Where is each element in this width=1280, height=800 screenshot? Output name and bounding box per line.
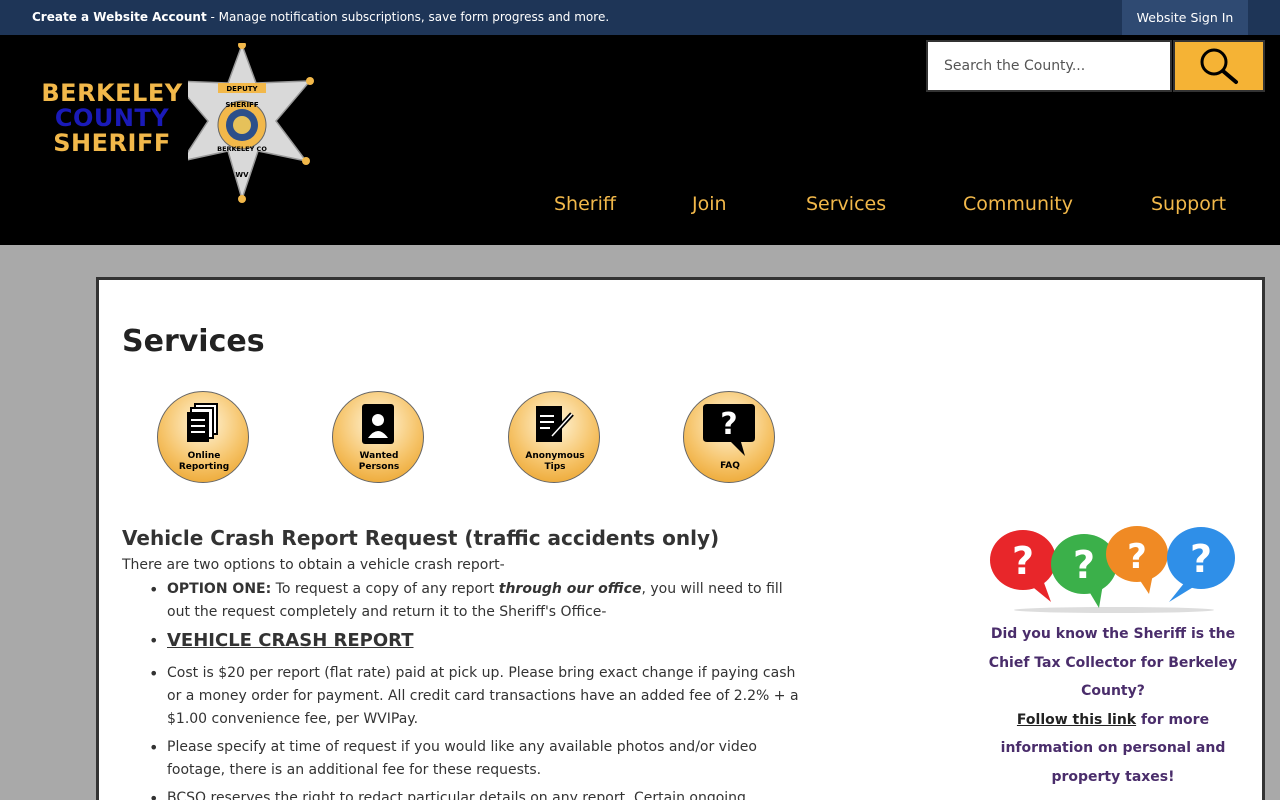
intro-text: There are two options to obtain a vehicl… xyxy=(122,557,505,573)
anonymous-tips-button[interactable]: Anonymous Tips xyxy=(508,391,600,483)
vehicle-crash-report-link[interactable]: VEHICLE CRASH REPORT xyxy=(167,630,414,651)
logo-line-berkeley: BERKELEY xyxy=(41,79,183,107)
badge-text-sheriff: SHERIFF xyxy=(225,101,258,109)
nav-item-support[interactable]: Support xyxy=(1151,193,1226,215)
list-item: Please specify at time of request if you… xyxy=(147,736,807,782)
list-item: VEHICLE CRASH REPORT xyxy=(147,629,807,654)
page-title: Services xyxy=(122,324,265,359)
faq-button[interactable]: ? FAQ xyxy=(683,391,775,483)
label-line-2: Reporting xyxy=(178,462,230,472)
anonymous-tips-label: Anonymous Tips xyxy=(509,451,601,473)
wanted-persons-button[interactable]: Wanted Persons xyxy=(332,391,424,483)
option-one-text-a: To request a copy of any report xyxy=(271,581,499,597)
label-line-2: Persons xyxy=(358,462,400,472)
nav-item-community[interactable]: Community xyxy=(963,193,1073,215)
create-account-description: - Manage notification subscriptions, sav… xyxy=(206,10,610,24)
svg-text:?: ? xyxy=(1127,537,1147,577)
faq-label: FAQ xyxy=(720,461,740,471)
badge-text-wv: WV xyxy=(235,171,249,179)
section-title: Vehicle Crash Report Request (traffic ac… xyxy=(122,526,720,550)
tax-info-link[interactable]: Follow this link xyxy=(1017,712,1136,728)
top-bar: Create a Website Account - Manage notifi… xyxy=(0,0,1280,35)
question-bubble-icon: ? xyxy=(703,404,755,456)
crash-report-list: OPTION ONE: To request a copy of any rep… xyxy=(147,578,807,800)
question-bubbles-icon: ? ? ? ? xyxy=(990,526,1235,613)
search-icon xyxy=(1200,48,1238,84)
pen-document-icon xyxy=(536,406,574,442)
documents-icon xyxy=(187,403,218,442)
tax-notice-text-a: Did you know the Sheriff is the Chief Ta… xyxy=(988,626,1238,699)
create-account-message: Create a Website Account - Manage notifi… xyxy=(32,10,609,24)
redact-text: BCSO reserves the right to redact partic… xyxy=(167,790,746,800)
label-line-1: Wanted xyxy=(359,451,399,461)
search-input[interactable] xyxy=(926,40,1172,92)
wanted-persons-label: Wanted Persons xyxy=(333,451,425,473)
svg-text:?: ? xyxy=(1073,543,1095,587)
label-line-2: Tips xyxy=(544,462,566,472)
online-reporting-button[interactable]: Online Reporting xyxy=(157,391,249,483)
logo-line-sheriff: SHERIFF xyxy=(53,129,171,157)
logo-wordmark: BERKELEY COUNTY SHERIFF xyxy=(16,81,208,156)
online-reporting-label: Online Reporting xyxy=(158,451,250,473)
badge-text-deputy: DEPUTY xyxy=(226,85,258,93)
nav-item-join[interactable]: Join xyxy=(692,193,727,215)
svg-text:?: ? xyxy=(1190,537,1212,581)
site-header: BERKELEY COUNTY SHERIFF DEPUTY SHERIFF B… xyxy=(0,35,1280,245)
nav-item-services[interactable]: Services xyxy=(806,193,886,215)
website-sign-in-button[interactable]: Website Sign In xyxy=(1122,0,1248,35)
svg-text:?: ? xyxy=(720,407,737,442)
nav-item-sheriff[interactable]: Sheriff xyxy=(554,193,616,215)
photos-text: Please specify at time of request if you… xyxy=(167,739,757,778)
label-line-1: Online xyxy=(187,451,221,461)
option-one-emphasis: through our office xyxy=(498,581,642,597)
main-navigation: Sheriff Join Services Community Support xyxy=(0,193,1280,217)
list-item: BCSO reserves the right to redact partic… xyxy=(147,787,807,800)
content-panel: Services Online Reporting Wanted Persons… xyxy=(96,277,1265,800)
option-one-label: OPTION ONE: xyxy=(167,581,272,597)
list-item: Cost is $20 per report (flat rate) paid … xyxy=(147,662,807,731)
badge-text-berkeley-co: BERKELEY CO xyxy=(217,145,267,153)
label-line-1: Anonymous xyxy=(525,451,585,461)
search-button[interactable] xyxy=(1173,40,1265,92)
tax-collector-notice: Did you know the Sheriff is the Chief Ta… xyxy=(987,620,1239,791)
cost-text: Cost is $20 per report (flat rate) paid … xyxy=(167,665,799,727)
list-item: OPTION ONE: To request a copy of any rep… xyxy=(147,578,807,624)
person-icon xyxy=(362,404,394,444)
search-box xyxy=(926,40,1265,92)
svg-text:?: ? xyxy=(1012,539,1034,583)
sheriff-star-badge-icon: DEPUTY SHERIFF BERKELEY CO WV xyxy=(188,43,314,203)
create-account-link[interactable]: Create a Website Account xyxy=(32,10,207,24)
logo-line-county: COUNTY xyxy=(54,104,170,132)
sheriff-logo[interactable]: BERKELEY COUNTY SHERIFF DEPUTY SHERIFF B… xyxy=(16,43,316,203)
